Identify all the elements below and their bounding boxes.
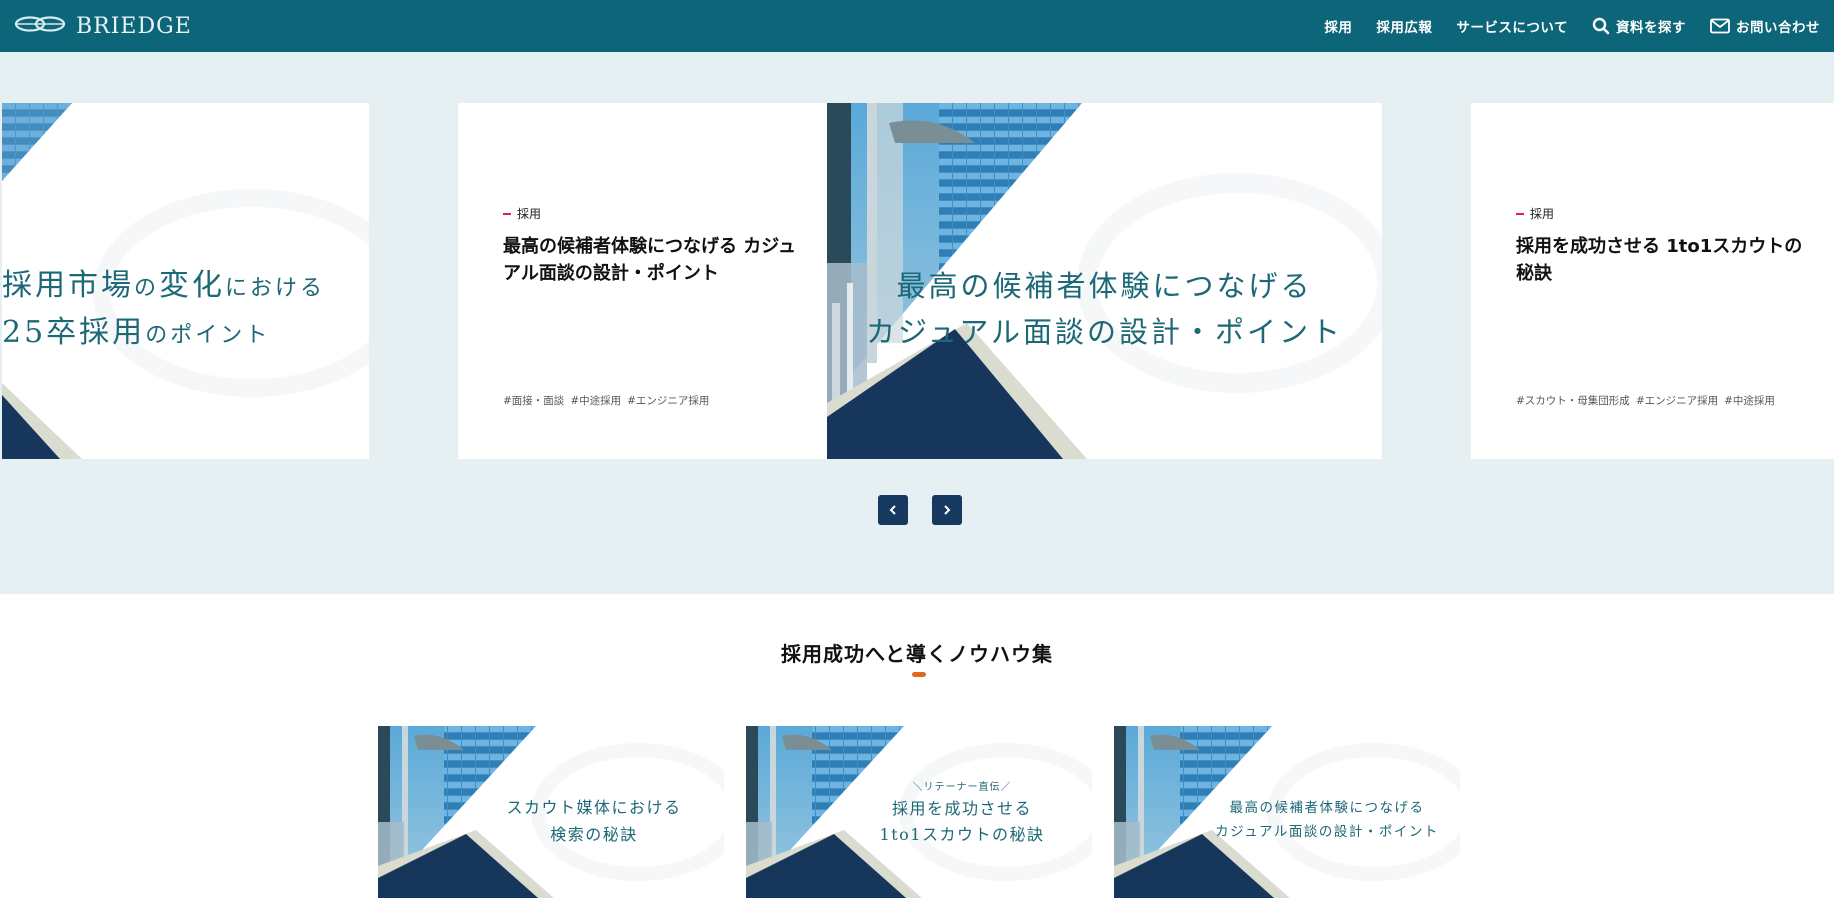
slide-card-prev[interactable]: 採用市場の変化における 25卒採用のポイント bbox=[2, 103, 369, 459]
logo-text: BRIEDGE bbox=[76, 13, 192, 39]
article-slider: 採用市場の変化における 25卒採用のポイント 採用 最高の候補者体験につなげる … bbox=[0, 52, 1834, 594]
slide-banner-prev: 採用市場の変化における 25卒採用のポイント bbox=[2, 103, 369, 459]
nav-find-documents[interactable]: 資料を探す bbox=[1592, 16, 1686, 36]
slide-banner-active-text: 最高の候補者体験につなげる カジュアル面談の設計・ポイント bbox=[865, 269, 1344, 350]
knowhow-card-1[interactable]: スカウト媒体における 検索の秘訣 bbox=[378, 726, 724, 898]
article-title[interactable]: 採用を成功させる 1to1スカウトの秘訣 bbox=[1516, 233, 1806, 287]
logo[interactable]: BRIEDGE bbox=[14, 14, 192, 39]
category-text: 採用 bbox=[1530, 207, 1555, 221]
search-icon bbox=[1592, 17, 1610, 35]
slide-banner-active: 最高の候補者体験につなげる カジュアル面談の設計・ポイント bbox=[827, 103, 1382, 459]
category-text: 採用 bbox=[517, 207, 542, 221]
slider-prev-button[interactable] bbox=[878, 495, 908, 525]
nav-recruit-pr-label: 採用広報 bbox=[1376, 20, 1433, 36]
main-nav: 採用 採用広報 サービスについて 資料を探す お問い合わせ bbox=[1324, 16, 1820, 36]
knowhow-card-2[interactable]: ＼リテーナー直伝／ 採用を成功させる 1to1スカウトの秘訣 bbox=[746, 726, 1092, 898]
chevron-right-icon bbox=[941, 501, 953, 520]
category-dash bbox=[1516, 212, 1524, 215]
knowhow-card-2-text: ＼リテーナー直伝／ 採用を成功させる 1to1スカウトの秘訣 bbox=[879, 782, 1045, 844]
slide-card-active[interactable]: 採用 最高の候補者体験につなげる カジュアル面談の設計・ポイント #面接・面談 … bbox=[458, 103, 1382, 459]
chevron-left-icon bbox=[887, 501, 899, 520]
site-header: BRIEDGE 採用 採用広報 サービスについて 資料を探す お問い合わせ bbox=[0, 0, 1834, 52]
tag[interactable]: #中途採用 bbox=[570, 393, 621, 408]
tag[interactable]: #エンジニア採用 bbox=[627, 393, 709, 408]
title-accent-bar bbox=[912, 672, 926, 677]
category-label: 採用 bbox=[1516, 205, 1554, 222]
tag-list: #スカウト・母集団形成 #エンジニア採用 #中途採用 bbox=[1516, 393, 1775, 408]
slide-card-active-text: 採用 最高の候補者体験につなげる カジュアル面談の設計・ポイント #面接・面談 … bbox=[458, 103, 827, 459]
tag[interactable]: #面接・面談 bbox=[503, 393, 564, 408]
slider-next-button[interactable] bbox=[932, 495, 962, 525]
slide-banner-prev-text: 採用市場の変化における 25卒採用のポイント bbox=[2, 268, 326, 350]
article-title[interactable]: 最高の候補者体験につなげる カジュアル面談の設計・ポイント bbox=[503, 233, 803, 287]
category-label: 採用 bbox=[503, 205, 541, 222]
nav-find-documents-label: 資料を探す bbox=[1616, 20, 1686, 36]
tag[interactable]: #スカウト・母集団形成 bbox=[1516, 393, 1630, 408]
mail-icon bbox=[1710, 18, 1730, 34]
nav-about-service[interactable]: サービスについて bbox=[1456, 16, 1568, 36]
nav-about-service-label: サービスについて bbox=[1456, 20, 1568, 36]
nav-recruit-label: 採用 bbox=[1324, 20, 1353, 36]
nav-contact-label: お問い合わせ bbox=[1736, 20, 1820, 36]
category-dash bbox=[503, 212, 511, 215]
slide-card-next-text: 採用 採用を成功させる 1to1スカウトの秘訣 #スカウト・母集団形成 #エンジ… bbox=[1471, 103, 1834, 459]
tag-list: #面接・面談 #中途採用 #エンジニア採用 bbox=[503, 393, 709, 408]
slide-card-next[interactable]: 採用 採用を成功させる 1to1スカウトの秘訣 #スカウト・母集団形成 #エンジ… bbox=[1471, 103, 1834, 459]
nav-recruit[interactable]: 採用 bbox=[1324, 16, 1352, 36]
knot-logo-icon bbox=[14, 14, 66, 38]
knowhow-section-title: 採用成功へと導くノウハウ集 bbox=[781, 642, 1053, 666]
tag[interactable]: #中途採用 bbox=[1724, 393, 1775, 408]
knowhow-card-3[interactable]: 最高の候補者体験につなげる カジュアル面談の設計・ポイント bbox=[1114, 726, 1460, 898]
tag[interactable]: #エンジニア採用 bbox=[1636, 393, 1718, 408]
nav-recruit-pr[interactable]: 採用広報 bbox=[1376, 16, 1432, 36]
slider-controls bbox=[878, 495, 962, 525]
nav-contact[interactable]: お問い合わせ bbox=[1710, 16, 1820, 36]
knowhow-card-3-text: 最高の候補者体験につなげる カジュアル面談の設計・ポイント bbox=[1215, 800, 1439, 841]
knowhow-card-1-text: スカウト媒体における 検索の秘訣 bbox=[506, 798, 682, 845]
